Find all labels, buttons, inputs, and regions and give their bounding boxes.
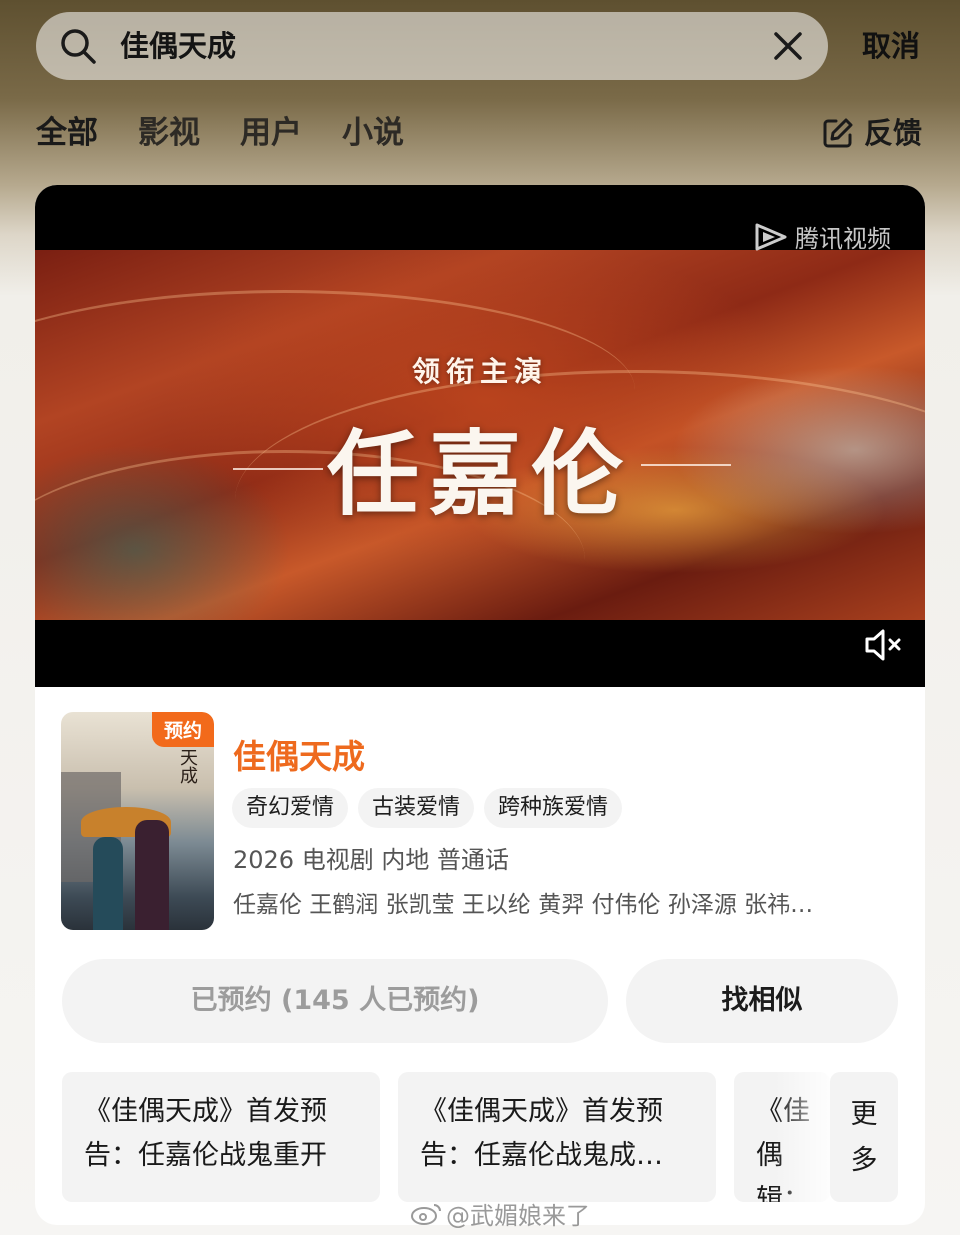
reserved-button[interactable]: 已预约 (145 人已预约) <box>62 959 608 1043</box>
brand-watermark: 腾讯视频 <box>753 219 891 254</box>
video-player[interactable]: 领衔主演 任嘉伦 腾讯视频 <box>35 185 925 687</box>
poster-figure <box>135 820 169 930</box>
category-tabs: 全部 影视 用户 小说 <box>36 108 444 158</box>
watermark-label: @武媚娘来了 <box>446 1202 590 1230</box>
video-subtitle: 领衔主演 <box>411 355 548 388</box>
show-title[interactable]: 佳偶天成 <box>233 730 365 778</box>
tab-users[interactable]: 用户 <box>240 108 302 158</box>
decor-line <box>641 464 731 466</box>
tab-novels[interactable]: 小说 <box>342 108 404 158</box>
search-input[interactable]: 佳偶天成 <box>120 12 236 80</box>
reservation-badge: 预约 <box>151 712 214 747</box>
decor-line <box>233 468 323 470</box>
show-cast: 任嘉伦 王鹤润 张凯莹 王以纶 黄羿 付伟伦 孙泽源 张祎… <box>233 892 814 918</box>
tab-film-tv[interactable]: 影视 <box>138 108 200 158</box>
poster-figure <box>93 837 123 930</box>
genre-tag[interactable]: 古装爱情 <box>358 788 475 828</box>
show-meta: 2026 电视剧 内地 普通话 <box>233 846 509 874</box>
weibo-icon <box>411 1203 441 1225</box>
tab-all[interactable]: 全部 <box>36 108 98 158</box>
search-icon <box>61 29 96 64</box>
genre-tag[interactable]: 跨种族爱情 <box>484 788 623 828</box>
related-title-line: 告：任嘉伦战鬼成… <box>420 1140 663 1171</box>
related-title-line: 告：任嘉伦战鬼重开 <box>84 1140 327 1171</box>
related-video-card[interactable]: 《佳偶天成》首发预 告：任嘉伦战鬼成… <box>398 1072 716 1202</box>
clear-icon[interactable] <box>772 30 804 62</box>
find-similar-button[interactable]: 找相似 <box>626 959 898 1043</box>
more-button[interactable]: 更 多 <box>830 1072 898 1202</box>
video-headline: 任嘉伦 <box>326 420 633 528</box>
video-frame: 领衔主演 任嘉伦 <box>35 250 925 620</box>
feedback-button[interactable]: 反馈 <box>822 108 922 158</box>
weibo-watermark: @武媚娘来了 <box>410 1196 590 1231</box>
genre-tag[interactable]: 奇幻爱情 <box>232 788 349 828</box>
genre-tags: 奇幻爱情 古装爱情 跨种族爱情 <box>232 788 632 828</box>
result-card: 领衔主演 任嘉伦 腾讯视频 天成 预约 佳偶天成 奇幻爱情 古装爱情 跨种族爱情… <box>35 185 925 1225</box>
feedback-label: 反馈 <box>864 116 923 150</box>
search-bar[interactable]: 佳偶天成 <box>36 12 828 80</box>
tencent-video-icon <box>755 223 787 250</box>
mute-icon[interactable] <box>863 627 903 663</box>
related-video-card[interactable]: 《佳偶天成》首发预 告：任嘉伦战鬼重开 <box>62 1072 380 1202</box>
related-title-line: 《佳偶天成》首发预 <box>420 1096 663 1127</box>
cancel-button[interactable]: 取消 <box>862 12 920 80</box>
related-title-line: 《佳偶天成》首发预 <box>84 1096 327 1127</box>
poster-image[interactable]: 天成 预约 <box>61 712 214 930</box>
edit-icon <box>823 118 853 148</box>
poster-calligraphy: 天成 <box>177 748 198 784</box>
brand-label: 腾讯视频 <box>795 225 891 253</box>
fade-overlay <box>775 1072 830 1202</box>
